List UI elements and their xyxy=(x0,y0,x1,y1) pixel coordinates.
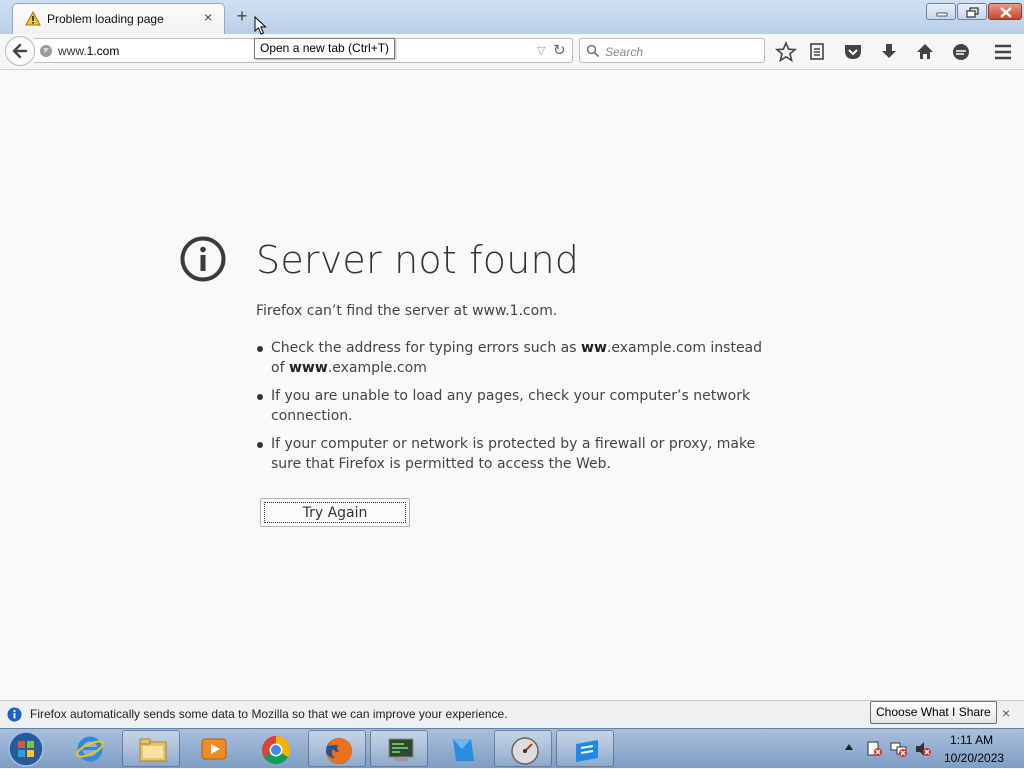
notification-close-icon[interactable]: × xyxy=(1002,705,1010,721)
blue-window-icon xyxy=(576,740,598,762)
hamburger-menu-icon[interactable] xyxy=(992,41,1014,63)
navigation-toolbar: www.1.com ▽ ↻ Search xyxy=(0,34,1024,70)
error-page: Server not found Firefox can’t find the … xyxy=(0,70,1024,700)
choose-what-i-share-button[interactable]: Choose What I Share xyxy=(870,701,997,724)
tab-title: Problem loading page xyxy=(47,12,164,26)
downloads-icon[interactable] xyxy=(878,41,900,63)
search-placeholder: Search xyxy=(605,45,644,59)
taskbar-internet-explorer[interactable] xyxy=(60,730,118,767)
try-again-button[interactable]: Try Again xyxy=(260,498,410,527)
url-text: www.1.com xyxy=(58,44,120,58)
taskbar-file-explorer[interactable] xyxy=(122,730,180,767)
network-icon[interactable] xyxy=(890,740,908,758)
back-arrow-icon xyxy=(12,43,28,59)
close-icon xyxy=(1000,7,1012,18)
minimize-button[interactable] xyxy=(926,3,956,20)
pocket-icon[interactable] xyxy=(842,41,864,63)
internet-explorer-icon xyxy=(76,736,104,762)
restore-icon xyxy=(966,7,979,18)
taskbar-speedometer[interactable] xyxy=(494,730,552,767)
bookmarks-menu-icon[interactable] xyxy=(806,41,828,63)
close-window-button[interactable] xyxy=(988,3,1022,20)
tab-problem-loading[interactable]: Problem loading page × xyxy=(12,3,225,34)
media-player-icon xyxy=(201,738,227,760)
data-sharing-notification: Firefox automatically sends some data to… xyxy=(0,700,1024,728)
clock-time[interactable]: 1:11 AM xyxy=(950,733,993,747)
file-explorer-icon xyxy=(139,738,167,762)
url-dropdown-icon[interactable]: ▽ xyxy=(537,44,545,57)
restore-button[interactable] xyxy=(957,3,987,20)
chrome-icon xyxy=(262,736,290,764)
suggestion-item-firewall: If your computer or network is protected… xyxy=(256,434,766,474)
info-icon xyxy=(180,236,226,282)
mouse-cursor-icon xyxy=(254,16,267,35)
chat-icon[interactable] xyxy=(950,41,972,63)
error-description: Firefox can’t find the server at www.1.c… xyxy=(256,303,558,319)
error-suggestions-list: Check the address for typing errors such… xyxy=(256,338,766,482)
tab-close-icon[interactable]: × xyxy=(204,9,212,25)
taskbar-blue-window[interactable] xyxy=(556,730,614,767)
reload-icon[interactable]: ↻ xyxy=(553,41,566,59)
suggestion-item-network: If you are unable to load any pages, che… xyxy=(256,386,766,426)
volume-muted-icon[interactable] xyxy=(914,740,932,758)
search-icon xyxy=(586,44,600,58)
warning-icon xyxy=(25,11,41,26)
search-box[interactable]: Search xyxy=(579,38,765,63)
info-small-icon xyxy=(7,707,22,722)
blue-app-icon xyxy=(453,739,474,761)
start-button[interactable] xyxy=(6,730,46,768)
notification-message: Firefox automatically sends some data to… xyxy=(30,707,508,721)
suggestion-item-check-address: Check the address for typing errors such… xyxy=(256,338,766,378)
taskbar-firefox[interactable] xyxy=(308,730,366,767)
firefox-icon xyxy=(326,738,352,764)
taskbar-terminal[interactable] xyxy=(370,730,428,767)
new-tab-tooltip: Open a new tab (Ctrl+T) xyxy=(254,38,396,59)
globe-icon xyxy=(40,45,52,57)
action-center-icon[interactable] xyxy=(866,740,884,758)
error-title: Server not found xyxy=(256,238,580,282)
taskbar xyxy=(0,728,1024,768)
taskbar-blue-app[interactable] xyxy=(432,730,490,767)
new-tab-button[interactable]: + xyxy=(231,6,253,28)
clock-date[interactable]: 10/20/2023 xyxy=(944,751,1004,765)
home-icon[interactable] xyxy=(914,41,936,63)
tab-strip: Problem loading page × + xyxy=(0,0,1024,35)
bookmark-star-icon[interactable] xyxy=(775,41,797,63)
taskbar-media-player[interactable] xyxy=(184,730,242,767)
taskbar-chrome[interactable] xyxy=(246,730,304,767)
back-button[interactable] xyxy=(5,36,35,66)
terminal-icon xyxy=(388,738,414,761)
try-again-label: Try Again xyxy=(264,502,406,523)
minimize-icon xyxy=(936,12,948,17)
speedometer-icon xyxy=(511,737,539,765)
show-hidden-icons-icon[interactable] xyxy=(844,743,854,751)
